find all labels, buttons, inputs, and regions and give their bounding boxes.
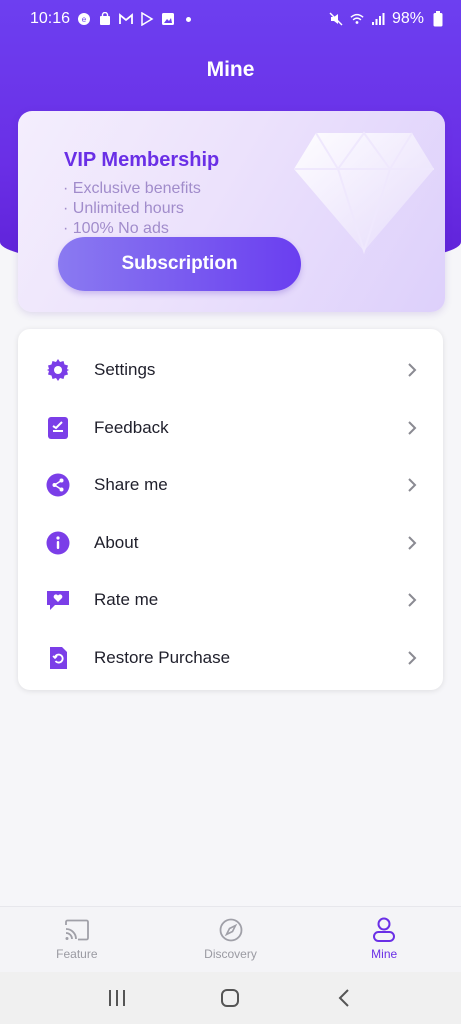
menu-item-about[interactable]: About: [18, 514, 443, 571]
status-bar: 10:16 e 98%: [0, 0, 461, 38]
menu-item-label: Share me: [94, 474, 168, 494]
restore-icon: [45, 645, 71, 671]
chevron-right-icon: [408, 362, 417, 377]
svg-text:e: e: [82, 15, 87, 24]
menu-item-label: Rate me: [94, 589, 159, 609]
gear-icon: [45, 357, 71, 383]
tab-label: Discovery: [204, 947, 257, 961]
vip-title: VIP Membership: [64, 149, 220, 171]
menu-item-rate[interactable]: Rate me: [18, 571, 443, 628]
vip-membership-card[interactable]: VIP Membership · Exclusive benefits · Un…: [18, 111, 445, 312]
menu-item-label: Feedback: [94, 417, 169, 437]
menu-item-restore-purchase[interactable]: Restore Purchase: [18, 629, 443, 686]
menu-list: Settings Feedback Share me About Rate me…: [18, 329, 443, 690]
cast-icon: [64, 917, 90, 943]
play-store-icon: [140, 12, 154, 26]
tab-label: Mine: [371, 947, 398, 961]
menu-item-share[interactable]: Share me: [18, 456, 443, 513]
notification-dot-icon: [186, 16, 192, 22]
mute-icon: [329, 12, 343, 26]
chevron-right-icon: [408, 477, 417, 492]
vip-benefit: · Unlimited hours: [63, 200, 184, 217]
menu-item-label: Restore Purchase: [94, 647, 231, 667]
bottom-navigation: Feature Discovery Mine: [0, 906, 461, 972]
signal-icon: [371, 12, 385, 26]
system-navigation-bar: [0, 972, 461, 1024]
gallery-icon: [161, 12, 175, 26]
diamond-icon: [294, 131, 434, 255]
fahrzeug-app-icon: e: [77, 12, 91, 26]
vip-benefit: · Exclusive benefits: [63, 180, 201, 197]
vip-benefits-list: · Exclusive benefits · Unlimited hours ·…: [63, 179, 201, 239]
menu-item-label: Settings: [94, 359, 156, 379]
wifi-icon: [350, 12, 364, 26]
battery-percent: 98%: [391, 10, 424, 27]
chevron-right-icon: [408, 535, 417, 550]
tab-label: Feature: [56, 947, 98, 961]
share-icon: [45, 472, 71, 498]
compass-icon: [218, 917, 244, 943]
tab-mine[interactable]: Mine: [307, 907, 461, 972]
subscription-button[interactable]: Subscription: [58, 237, 301, 291]
status-left: 10:16 e: [30, 10, 192, 28]
info-icon: [45, 530, 71, 556]
chevron-right-icon: [408, 420, 417, 435]
feedback-icon: [45, 415, 71, 441]
back-icon[interactable]: [324, 983, 364, 1013]
status-time: 10:16: [30, 10, 71, 27]
page-title: Mine: [206, 58, 255, 81]
menu-item-feedback[interactable]: Feedback: [18, 399, 443, 456]
battery-icon: [431, 11, 445, 27]
vip-benefit: · 100% No ads: [63, 220, 169, 237]
person-icon: [371, 917, 397, 943]
tab-discovery[interactable]: Discovery: [154, 907, 308, 972]
chevron-right-icon: [408, 592, 417, 607]
tab-feature[interactable]: Feature: [0, 907, 154, 972]
shopping-bag-icon: [98, 12, 112, 26]
home-icon[interactable]: [210, 983, 250, 1013]
gmail-icon: [119, 12, 133, 26]
menu-item-settings[interactable]: Settings: [18, 341, 443, 398]
heart-message-icon: [45, 587, 71, 613]
status-right: 98%: [329, 10, 445, 28]
chevron-right-icon: [408, 650, 417, 665]
menu-item-label: About: [94, 532, 139, 552]
recent-apps-icon[interactable]: [97, 983, 137, 1013]
